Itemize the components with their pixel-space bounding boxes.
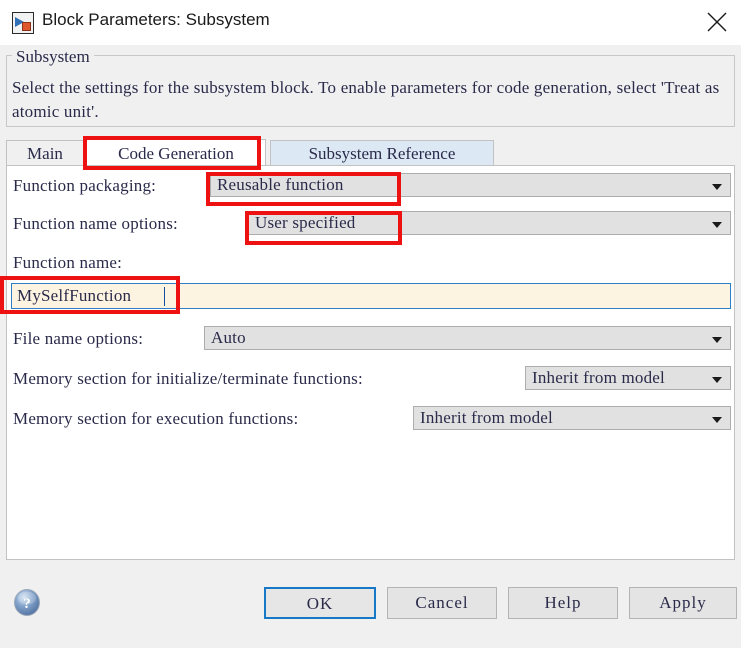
file-name-options-dropdown[interactable]: Auto	[204, 326, 731, 350]
function-name-options-value: User specified	[255, 213, 356, 232]
function-packaging-value: Reusable function	[217, 175, 344, 194]
memory-section-execution-value: Inherit from model	[420, 408, 553, 427]
function-name-label: Function name:	[13, 253, 123, 272]
chevron-down-icon	[712, 184, 722, 190]
function-name-input[interactable]: MySelfFunction	[11, 283, 731, 309]
chevron-down-icon	[712, 337, 722, 343]
tab-strip: Main Code Generation Subsystem Reference	[6, 139, 735, 166]
row-memory-section-execution: Memory section for execution functions: …	[7, 406, 734, 434]
tab-subsystem-reference[interactable]: Subsystem Reference	[270, 140, 494, 166]
help-question-icon[interactable]: ?	[13, 588, 41, 617]
tab-main[interactable]: Main	[6, 140, 84, 166]
block-parameters-dialog: Block Parameters: Subsystem Subsystem Se…	[0, 0, 741, 648]
function-name-options-label: Function name options:	[13, 214, 178, 233]
text-caret	[164, 287, 165, 306]
memory-section-initialize-dropdown[interactable]: Inherit from model	[525, 366, 731, 390]
chevron-down-icon	[712, 417, 722, 423]
window-title: Block Parameters: Subsystem	[42, 10, 270, 29]
memory-section-execution-label: Memory section for execution functions:	[13, 409, 299, 428]
chevron-down-icon	[712, 222, 722, 228]
cancel-button[interactable]: Cancel	[387, 587, 497, 619]
tab-code-generation[interactable]: Code Generation	[86, 139, 266, 166]
memory-section-initialize-label: Memory section for initialize/terminate …	[13, 369, 363, 388]
close-icon[interactable]	[693, 0, 741, 44]
row-function-packaging: Function packaging: Reusable function	[7, 173, 734, 201]
function-name-input-value: MySelfFunction	[17, 286, 132, 305]
function-packaging-label: Function packaging:	[13, 176, 157, 195]
function-packaging-dropdown[interactable]: Reusable function	[210, 173, 731, 197]
block-icon-square	[22, 22, 31, 31]
title-bar: Block Parameters: Subsystem	[0, 0, 741, 45]
function-name-options-dropdown[interactable]: User specified	[248, 211, 731, 235]
row-function-name-label: Function name:	[7, 250, 734, 278]
svg-text:?: ?	[23, 596, 31, 612]
simulink-subsystem-block-icon	[12, 12, 34, 34]
ok-button[interactable]: OK	[264, 587, 376, 619]
row-memory-section-initialize: Memory section for initialize/terminate …	[7, 366, 734, 394]
code-generation-panel: Function packaging: Reusable function Fu…	[6, 165, 735, 560]
file-name-options-value: Auto	[211, 328, 246, 347]
help-button[interactable]: Help	[508, 587, 618, 619]
row-file-name-options: File name options: Auto	[7, 326, 734, 354]
memory-section-execution-dropdown[interactable]: Inherit from model	[413, 406, 731, 430]
file-name-options-label: File name options:	[13, 329, 144, 348]
group-box-legend: Subsystem	[12, 47, 94, 67]
memory-section-initialize-value: Inherit from model	[532, 368, 665, 387]
row-function-name-options: Function name options: User specified	[7, 211, 734, 239]
apply-button[interactable]: Apply	[629, 587, 737, 619]
group-description-text: Select the settings for the subsystem bl…	[12, 78, 720, 121]
chevron-down-icon	[712, 377, 722, 383]
